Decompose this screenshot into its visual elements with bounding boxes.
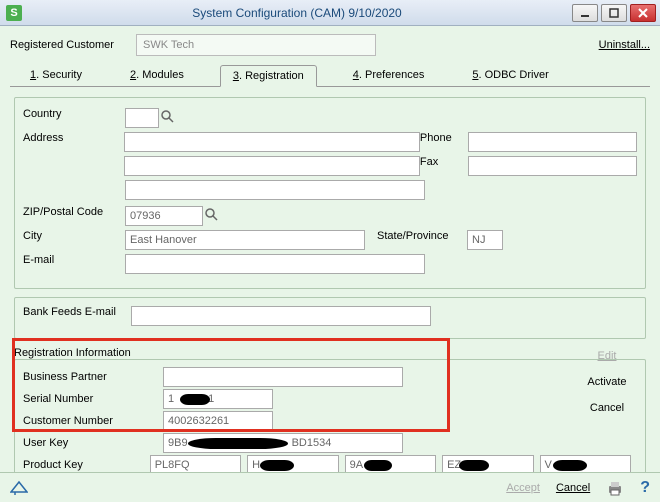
zip-field[interactable]: 07936	[125, 206, 203, 226]
tab-odbc[interactable]: 5. ODBC Driver	[460, 65, 560, 87]
user-key-label: User Key	[23, 437, 163, 449]
address-field-2[interactable]	[124, 156, 420, 176]
tab-modules[interactable]: 2. Modules	[118, 65, 196, 87]
registered-customer-field: SWK Tech	[136, 34, 376, 56]
minimize-button[interactable]	[572, 4, 598, 22]
fax-label: Fax	[420, 156, 468, 176]
address-field-1[interactable]	[124, 132, 420, 152]
country-lookup-icon[interactable]	[159, 108, 177, 126]
country-label: Country	[23, 108, 125, 128]
state-label: State/Province	[377, 230, 467, 250]
maximize-button[interactable]	[601, 4, 627, 22]
help-icon[interactable]	[10, 480, 28, 496]
activate-link[interactable]: Activate	[572, 376, 642, 388]
close-button[interactable]	[630, 4, 656, 22]
uninstall-link[interactable]: Uninstall...	[599, 39, 650, 51]
registered-customer-label: Registered Customer	[10, 39, 136, 51]
bank-email-label: Bank Feeds E-mail	[23, 306, 131, 326]
zip-lookup-icon[interactable]	[203, 206, 221, 224]
edit-link: Edit	[572, 350, 642, 362]
accept-button: Accept	[506, 482, 540, 494]
footer-cancel-button[interactable]: Cancel	[556, 482, 590, 494]
business-partner-label: Business Partner	[23, 371, 163, 383]
city-label: City	[23, 230, 125, 250]
tab-security[interactable]: 1. Security	[18, 65, 94, 87]
customer-number-label: Customer Number	[23, 415, 163, 427]
address-field-3[interactable]	[125, 180, 425, 200]
app-icon: S	[6, 5, 22, 21]
city-field[interactable]: East Hanover	[125, 230, 365, 250]
window-title: System Configuration (CAM) 9/10/2020	[22, 6, 572, 20]
cancel-link[interactable]: Cancel	[572, 402, 642, 414]
tab-registration[interactable]: 3. Registration	[220, 65, 317, 87]
registration-info-label: Registration Information	[14, 347, 646, 359]
phone-field[interactable]	[468, 132, 637, 152]
email-label: E-mail	[23, 254, 125, 274]
print-icon[interactable]	[606, 480, 624, 496]
fax-field[interactable]	[468, 156, 637, 176]
email-field[interactable]	[125, 254, 425, 274]
bank-email-field[interactable]	[131, 306, 431, 326]
serial-number-label: Serial Number	[23, 393, 163, 405]
customer-number-field[interactable]: 4002632261	[163, 411, 273, 431]
product-key-label: Product Key	[23, 459, 150, 471]
serial-number-field[interactable]: 1 1	[163, 389, 273, 409]
user-key-field[interactable]: 9B9 BD1534	[163, 433, 403, 453]
state-field[interactable]: NJ	[467, 230, 503, 250]
zip-label: ZIP/Postal Code	[23, 206, 125, 226]
address-label: Address	[23, 132, 124, 152]
phone-label: Phone	[420, 132, 468, 152]
footer-help-icon[interactable]: ?	[640, 479, 650, 497]
tab-preferences[interactable]: 4. Preferences	[341, 65, 437, 87]
business-partner-field[interactable]	[163, 367, 403, 387]
country-field[interactable]	[125, 108, 159, 128]
